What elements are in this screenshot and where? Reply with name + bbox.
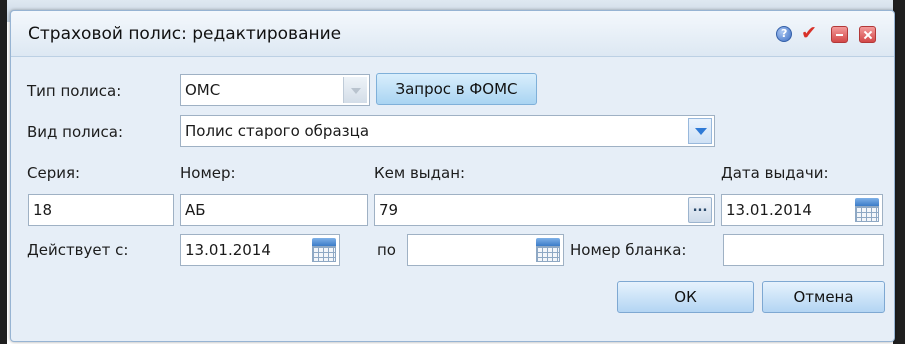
- valid-from-label: Действует с:: [27, 241, 129, 259]
- series-label: Серия:: [27, 164, 81, 182]
- issued-by-picker-button[interactable]: ...: [688, 197, 712, 223]
- issued-by-value: 79: [379, 201, 399, 219]
- policy-kind-value: Полис старого образца: [185, 122, 370, 140]
- ok-button[interactable]: ОК: [617, 281, 754, 313]
- dialog-titlebar: Страховой полис: редактирование ✔: [11, 11, 894, 57]
- close-icon[interactable]: [859, 26, 876, 43]
- insurance-policy-dialog: Страховой полис: редактирование ✔ Тип по…: [10, 10, 895, 342]
- series-input[interactable]: 18: [28, 194, 174, 226]
- calendar-icon[interactable]: [312, 238, 336, 262]
- number-input[interactable]: АБ: [180, 194, 368, 226]
- calendar-icon[interactable]: [855, 198, 879, 222]
- policy-kind-label: Вид полиса:: [27, 123, 123, 141]
- dropdown-arrow-icon[interactable]: [343, 77, 367, 103]
- number-value: АБ: [185, 201, 206, 219]
- valid-to-input[interactable]: [407, 234, 564, 266]
- policy-kind-select[interactable]: Полис старого образца: [180, 115, 715, 147]
- dialog-title: Страховой полис: редактирование: [28, 24, 342, 44]
- minimize-icon[interactable]: [831, 26, 848, 43]
- help-icon[interactable]: [776, 26, 792, 42]
- blank-number-label: Номер бланка:: [570, 241, 687, 259]
- policy-type-select[interactable]: ОМС: [180, 74, 370, 106]
- fomс-request-button[interactable]: Запрос в ФОМС: [376, 73, 537, 105]
- issue-date-value: 13.01.2014: [726, 201, 812, 219]
- valid-to-label: по: [377, 241, 396, 259]
- valid-from-value: 13.01.2014: [185, 241, 271, 259]
- background-left-edge: [0, 0, 7, 344]
- series-value: 18: [33, 201, 53, 219]
- issued-by-label: Кем выдан:: [374, 164, 466, 182]
- dropdown-arrow-icon[interactable]: [688, 118, 712, 144]
- apply-check-icon[interactable]: ✔: [801, 22, 817, 44]
- issue-date-label: Дата выдачи:: [721, 164, 829, 182]
- calendar-icon[interactable]: [536, 238, 560, 262]
- issue-date-input[interactable]: 13.01.2014: [721, 194, 883, 226]
- number-label: Номер:: [180, 164, 236, 182]
- blank-number-input[interactable]: [723, 234, 884, 266]
- cancel-button[interactable]: Отмена: [762, 281, 885, 313]
- valid-from-input[interactable]: 13.01.2014: [180, 234, 340, 266]
- policy-type-value: ОМС: [185, 81, 221, 99]
- issued-by-input[interactable]: 79 ...: [374, 194, 715, 226]
- policy-type-label: Тип полиса:: [27, 82, 122, 100]
